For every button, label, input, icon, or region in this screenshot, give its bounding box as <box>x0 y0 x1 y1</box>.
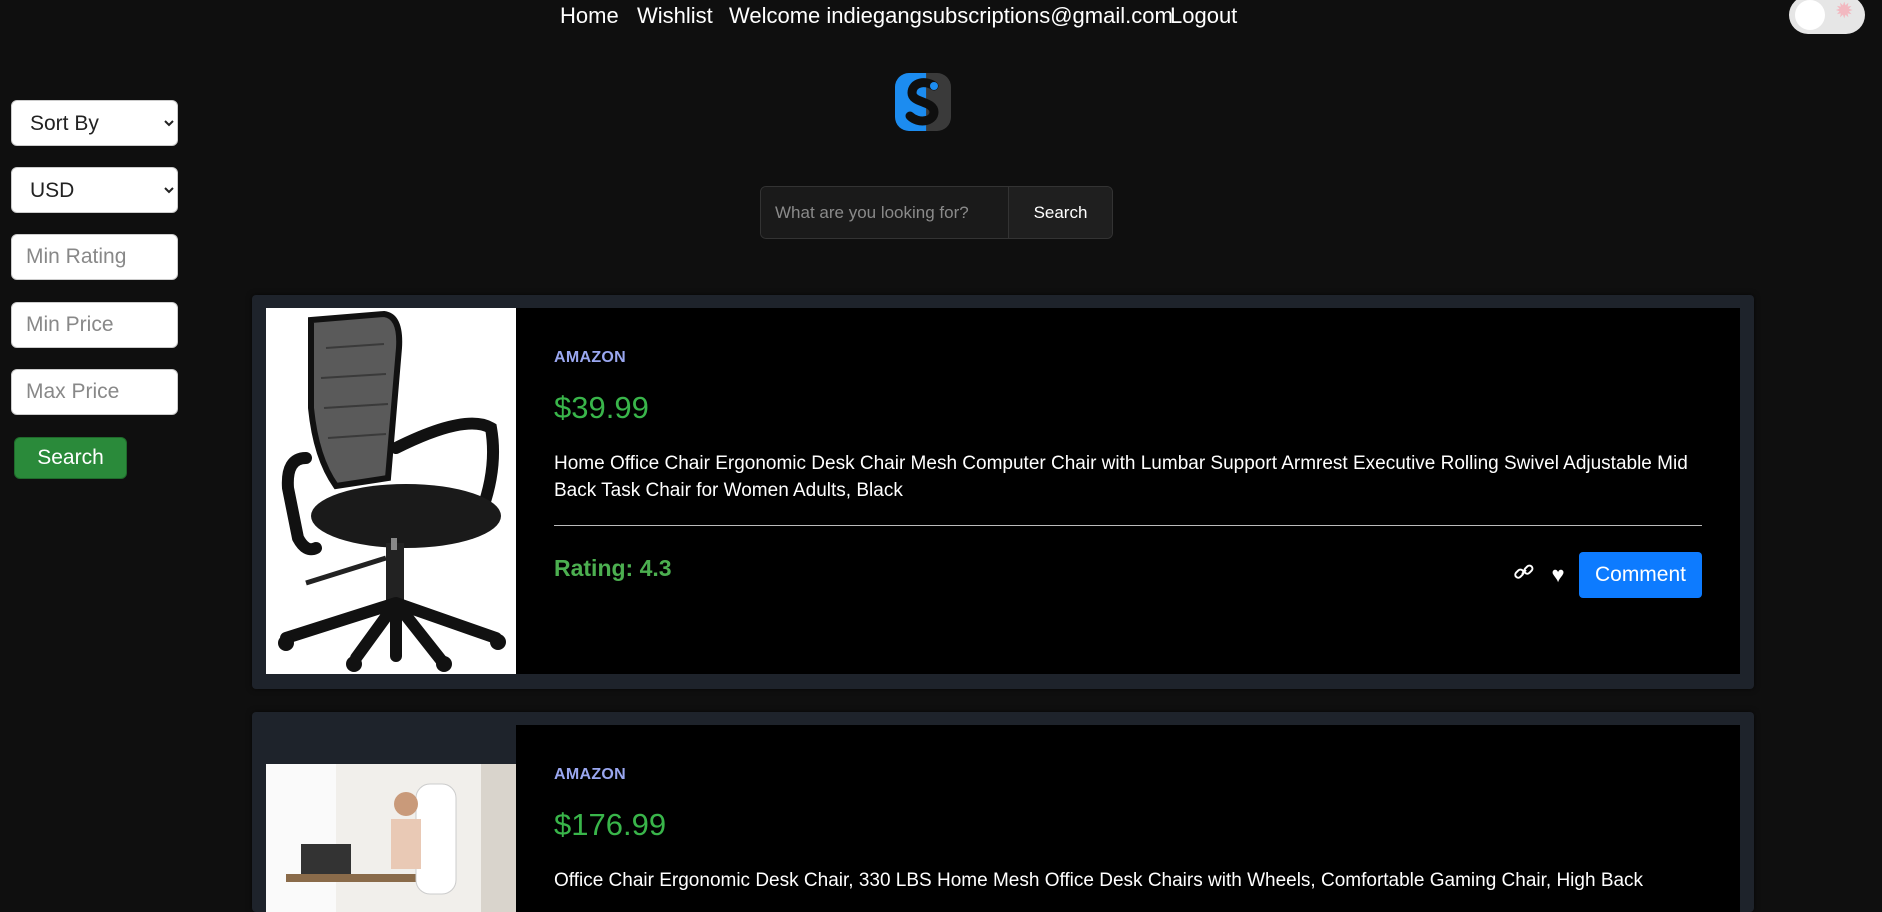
comment-button[interactable]: Comment <box>1578 552 1702 598</box>
product-details: AMAZON $176.99 Office Chair Ergonomic De… <box>516 725 1740 912</box>
sort-by-select-box: Sort By <box>11 100 178 146</box>
min-price-input[interactable] <box>12 303 177 347</box>
min-price-box <box>11 302 178 348</box>
sort-by-select[interactable]: Sort By <box>12 101 177 145</box>
nav-home-link[interactable]: Home <box>560 3 619 29</box>
heart-icon[interactable]: ♥ <box>1545 562 1571 588</box>
card-divider <box>554 525 1702 526</box>
search-bar: Search <box>760 186 1113 239</box>
store-label: AMAZON <box>554 766 627 783</box>
filter-search-button[interactable]: Search <box>14 437 127 479</box>
link-icon[interactable] <box>1511 561 1537 589</box>
nav-logout-link[interactable]: Logout <box>1170 3 1237 29</box>
product-card: AMAZON $176.99 Office Chair Ergonomic De… <box>252 712 1754 912</box>
min-rating-box <box>11 234 178 280</box>
nav-welcome-text: Welcome indiegangsubscriptions@gmail.com <box>729 3 1173 28</box>
product-card: AMAZON $39.99 Home Office Chair Ergonomi… <box>252 295 1754 689</box>
store-label: AMAZON <box>554 349 627 366</box>
product-image[interactable] <box>266 308 516 674</box>
product-rating: Rating: 4.3 <box>554 555 672 581</box>
max-price-box <box>11 369 178 415</box>
product-actions: ♥ Comment <box>1511 552 1702 598</box>
theme-toggle[interactable]: ✹ <box>1789 0 1865 34</box>
product-details: AMAZON $39.99 Home Office Chair Ergonomi… <box>516 308 1740 674</box>
office-chair-image <box>266 308 516 674</box>
top-nav: Home Wishlist Welcome indiegangsubscript… <box>0 0 1882 34</box>
toggle-knob <box>1795 0 1825 30</box>
product-title[interactable]: Home Office Chair Ergonomic Desk Chair M… <box>554 450 1702 504</box>
product-price: $39.99 <box>554 390 649 425</box>
currency-select-box: USD <box>11 167 178 213</box>
product-price: $176.99 <box>554 807 667 842</box>
sun-icon: ✹ <box>1835 0 1854 23</box>
max-price-input[interactable] <box>12 370 177 414</box>
min-rating-input[interactable] <box>12 235 177 279</box>
site-logo[interactable] <box>894 72 952 132</box>
search-button[interactable]: Search <box>1009 187 1112 238</box>
currency-select[interactable]: USD <box>12 168 177 212</box>
nav-wishlist-link[interactable]: Wishlist <box>637 3 713 29</box>
search-input[interactable] <box>761 187 1009 238</box>
